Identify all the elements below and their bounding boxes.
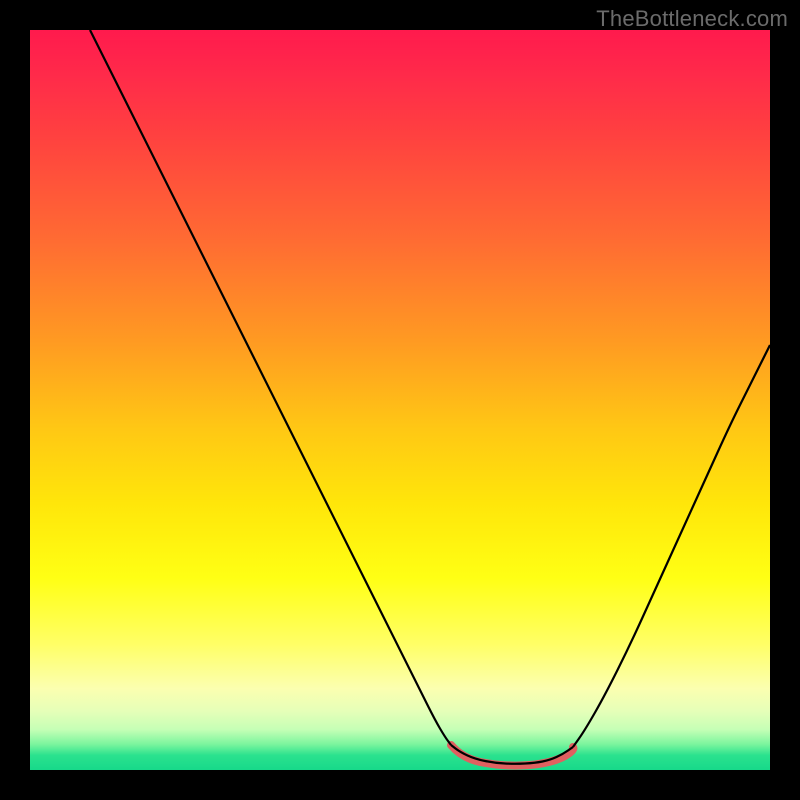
plot-area: [30, 30, 770, 770]
curve-right: [573, 345, 770, 747]
curve-left: [90, 30, 451, 745]
curve-layer: [30, 30, 770, 770]
chart-stage: TheBottleneck.com: [0, 0, 800, 800]
watermark-text: TheBottleneck.com: [596, 6, 788, 32]
